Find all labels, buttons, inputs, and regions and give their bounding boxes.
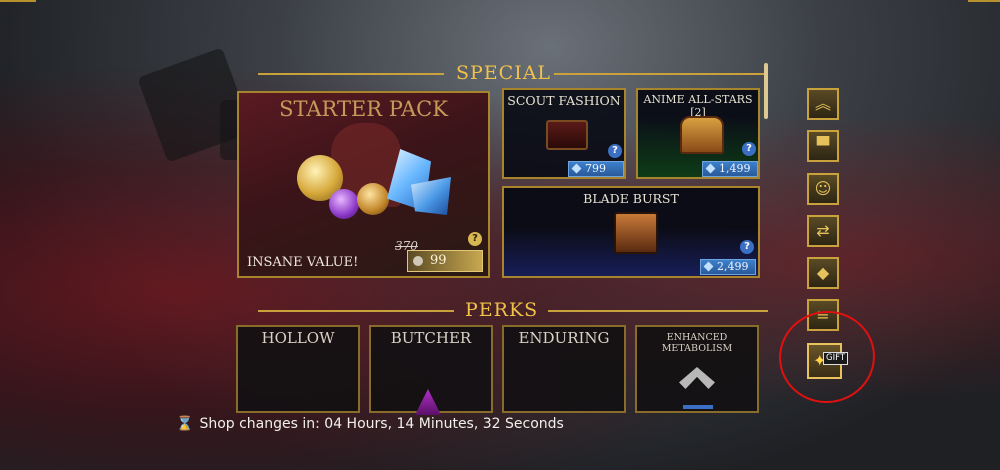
shop-timer: ⌛ Shop changes in: 04 Hours, 14 Minutes, … (176, 416, 564, 432)
price-value: 799 (585, 162, 606, 175)
perk-title: BUTCHER (390, 329, 472, 347)
price-value: 99 (430, 253, 447, 268)
shop-item-scout-fashion[interactable]: SCOUT FASHION ? 799 (502, 88, 626, 179)
rank-chevron-icon: ︽ (814, 94, 831, 113)
gold-coin-icon (357, 183, 389, 215)
emote-icon: ☺ (814, 179, 832, 198)
price-value: 1,499 (719, 162, 751, 175)
gem-currency-icon (703, 261, 714, 272)
gem-currency-icon (571, 163, 582, 174)
help-icon[interactable]: ? (468, 232, 482, 246)
shop-item-title: SCOUT FASHION (507, 93, 621, 108)
emotes-button[interactable]: ☺ (807, 173, 839, 205)
perk-level-bar (683, 405, 713, 409)
purple-orb-icon (329, 189, 359, 219)
gem-currency-icon (705, 163, 716, 174)
refresh-icon: ⇄ (816, 221, 830, 240)
section-title-perks: PERKS (465, 299, 539, 321)
perk-title: HOLLOW (261, 329, 335, 347)
price-value: 2,499 (717, 260, 749, 273)
chest-icon (546, 120, 588, 150)
section-title-special: SPECIAL (456, 62, 552, 84)
special-header: SPECIAL (258, 62, 768, 86)
perk-art (415, 389, 441, 415)
perk-card-hollow[interactable]: HOLLOW (236, 325, 360, 413)
divider (554, 73, 768, 75)
divider (548, 310, 768, 312)
chevron-up-icon (679, 367, 715, 389)
scrollbar[interactable] (764, 63, 768, 119)
annotation-circle (773, 304, 881, 410)
perk-card-enhanced-metabolism[interactable]: ENHANCED METABOLISM (635, 325, 759, 413)
coin-icon (413, 256, 423, 266)
perk-card-enduring[interactable]: ENDURING (502, 325, 626, 413)
divider (258, 73, 444, 75)
frame-top-right (968, 0, 1000, 2)
shop-item-price: 799 (568, 161, 624, 177)
chest-icon (680, 116, 724, 154)
chest-icon (614, 212, 658, 254)
shop-item-blade-burst[interactable]: BLADE BURST ? 2,499 (502, 186, 760, 278)
divider (258, 310, 454, 312)
shop-timer-text: Shop changes in: 04 Hours, 14 Minutes, 3… (199, 416, 564, 432)
starter-pack-tagline: INSANE VALUE! (247, 255, 359, 270)
perk-title: ENHANCED METABOLISM (661, 332, 733, 354)
shop-item-anime-all-stars[interactable]: ANIME ALL-STARS [2] ? 1,499 (636, 88, 760, 179)
perk-card-butcher[interactable]: BUTCHER (369, 325, 493, 415)
perk-title: ENDURING (518, 329, 610, 347)
top-hat-icon: ▀ (816, 136, 830, 155)
help-icon[interactable]: ? (742, 142, 756, 156)
starter-pack-card[interactable]: STARTER PACK ? 370 INSANE VALUE! 99 (237, 91, 490, 278)
shop-item-price: 2,499 (700, 259, 756, 275)
diamond-icon: ◆ (816, 263, 830, 282)
gems-button[interactable]: ◆ (807, 257, 839, 289)
help-icon[interactable]: ? (740, 240, 754, 254)
cosmetics-button[interactable]: ▀ (807, 130, 839, 162)
rank-button[interactable]: ︽ (807, 88, 839, 120)
starter-pack-price[interactable]: 99 (407, 250, 483, 272)
help-icon[interactable]: ? (608, 144, 622, 158)
hourglass-icon: ⌛ (176, 416, 194, 432)
shop-item-price: 1,499 (702, 161, 758, 177)
trade-button[interactable]: ⇄ (807, 215, 839, 247)
shop-item-title: BLADE BURST (583, 191, 679, 206)
frame-top-left (0, 0, 36, 2)
starter-pack-title: STARTER PACK (279, 97, 448, 121)
perks-header: PERKS (258, 299, 768, 323)
